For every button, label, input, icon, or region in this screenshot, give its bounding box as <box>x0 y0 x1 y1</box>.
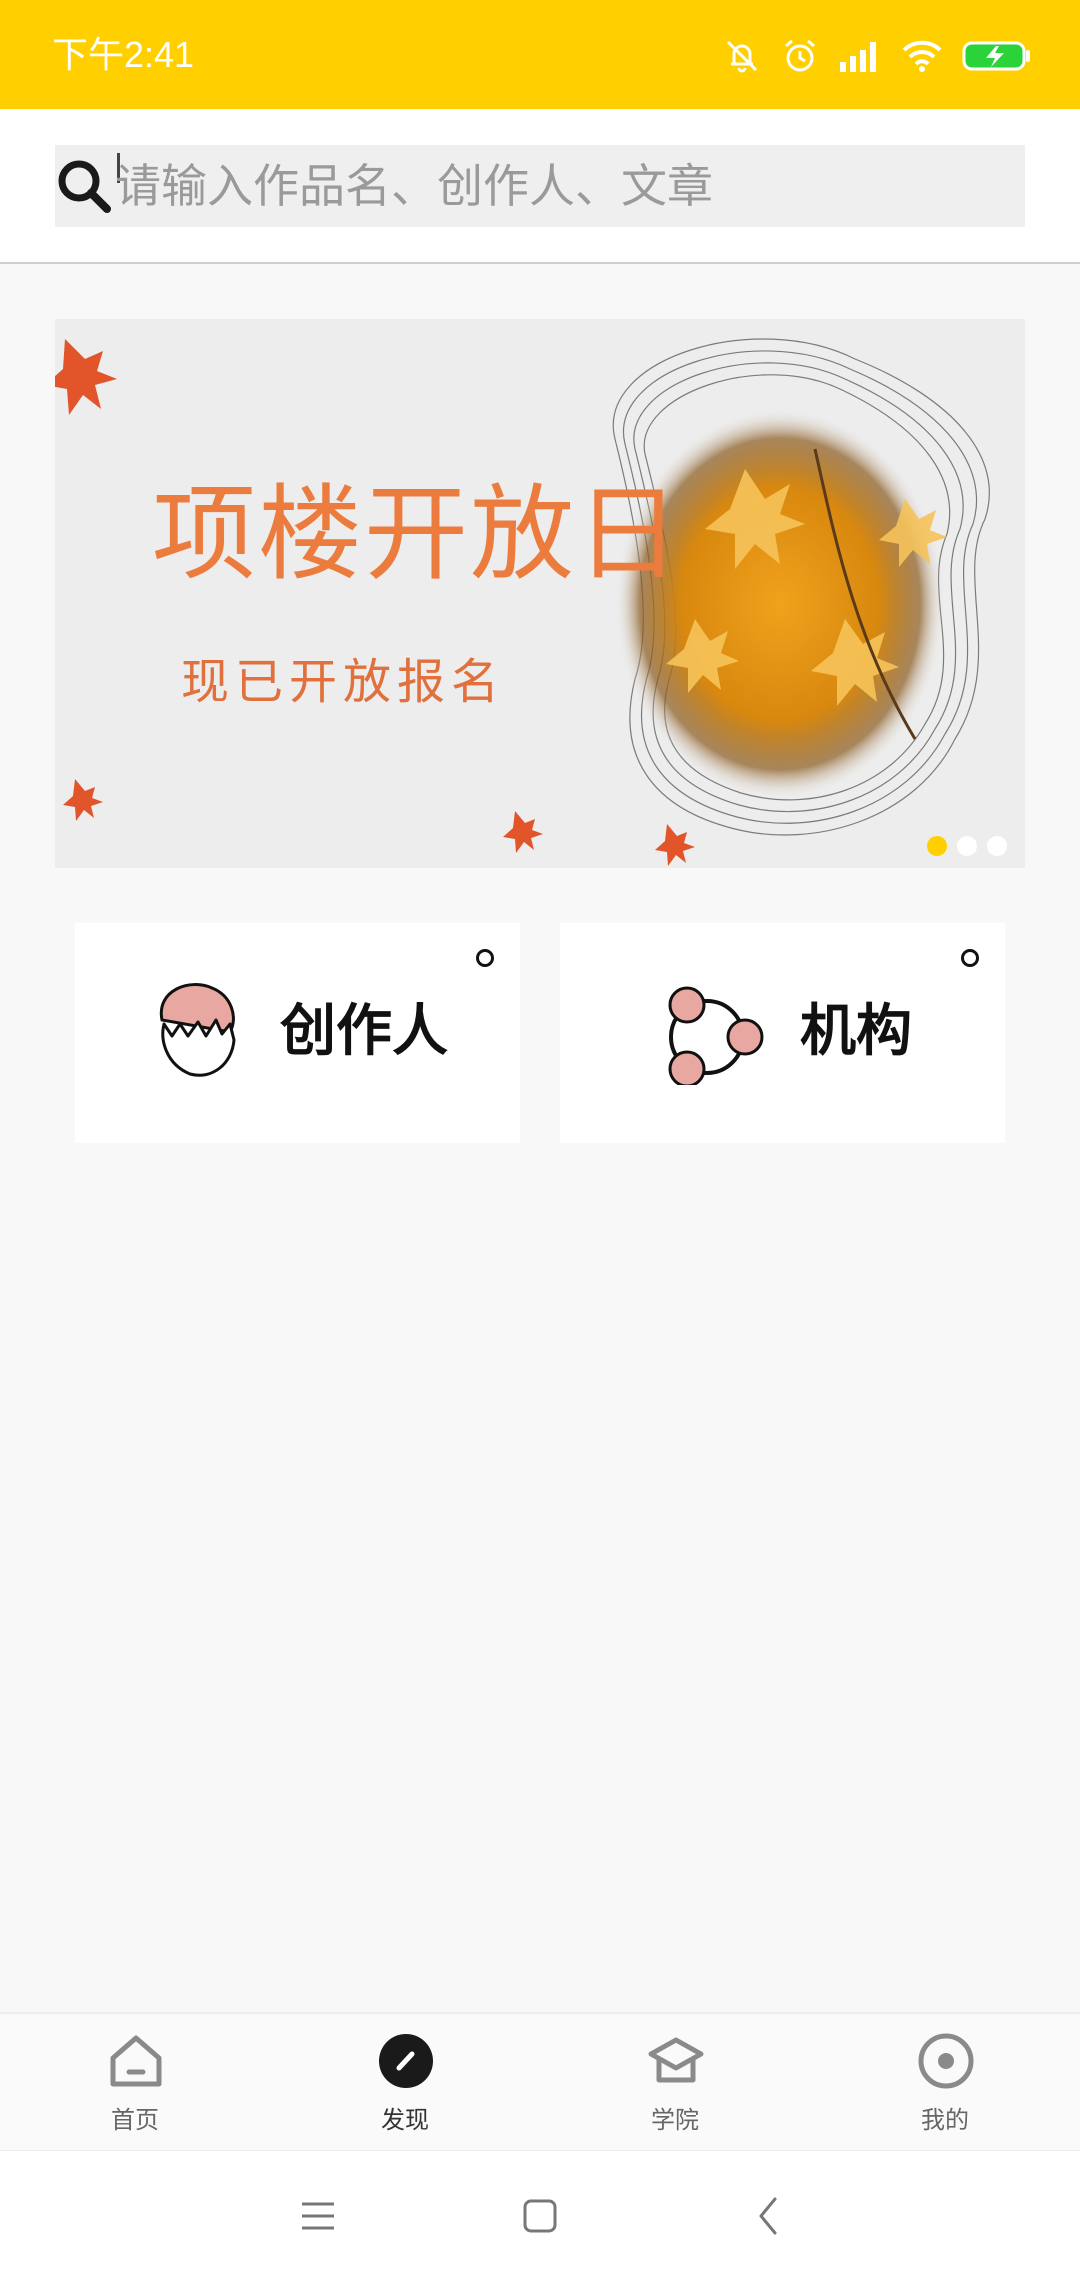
tab-profile[interactable]: 我的 <box>810 2014 1080 2152</box>
search-area <box>0 109 1080 264</box>
alarm-icon <box>780 36 820 76</box>
mute-bell-icon <box>722 36 762 76</box>
tab-label: 学院 <box>651 2106 699 2134</box>
banner-title: 项楼开放日 <box>152 473 683 595</box>
tab-home[interactable]: 首页 <box>0 2014 270 2152</box>
discover-icon <box>379 2034 433 2088</box>
category-label: 创作人 <box>280 999 448 1064</box>
signal-icon <box>838 38 882 74</box>
category-card-creator[interactable]: 创作人 <box>75 923 520 1143</box>
creator-face-icon <box>159 983 236 1077</box>
banner-subtitle: 现已开放报名 <box>181 654 506 710</box>
tab-academy[interactable]: 学院 <box>540 2014 810 2152</box>
carousel-dot[interactable] <box>957 836 977 856</box>
system-navigation-bar <box>0 2150 1080 2280</box>
carousel-dot[interactable] <box>987 836 1007 856</box>
academy-icon <box>648 2037 704 2083</box>
ring-icon <box>476 949 494 967</box>
category-card-organization[interactable]: 机构 <box>560 923 1005 1143</box>
search-box[interactable] <box>55 145 1025 227</box>
search-input[interactable] <box>115 145 1015 227</box>
tab-label: 首页 <box>111 2106 159 2134</box>
ring-icon <box>961 949 979 967</box>
organization-network-icon <box>668 986 764 1085</box>
back-icon[interactable] <box>733 2181 803 2251</box>
tab-label: 我的 <box>921 2106 969 2134</box>
battery-charging-icon <box>962 40 1032 72</box>
menu-icon[interactable] <box>283 2181 353 2251</box>
tab-label: 发现 <box>381 2106 429 2134</box>
status-time: 下午2:41 <box>52 34 195 75</box>
bottom-tab-bar: 首页 发现 学院 我的 <box>0 2012 1080 2150</box>
category-label: 机构 <box>800 999 912 1064</box>
home-icon <box>110 2035 162 2087</box>
carousel-indicator <box>927 836 1007 856</box>
status-icons <box>722 34 1032 78</box>
profile-icon <box>918 2033 974 2089</box>
carousel-dot-active[interactable] <box>927 836 947 856</box>
home-square-icon[interactable] <box>505 2181 575 2251</box>
tab-discover[interactable]: 发现 <box>270 2014 540 2152</box>
promo-banner[interactable]: 项楼开放日 现已开放报名 <box>55 319 1025 868</box>
search-icon[interactable] <box>55 157 115 217</box>
status-bar: 下午2:41 <box>0 0 1080 109</box>
wifi-icon <box>900 38 944 74</box>
